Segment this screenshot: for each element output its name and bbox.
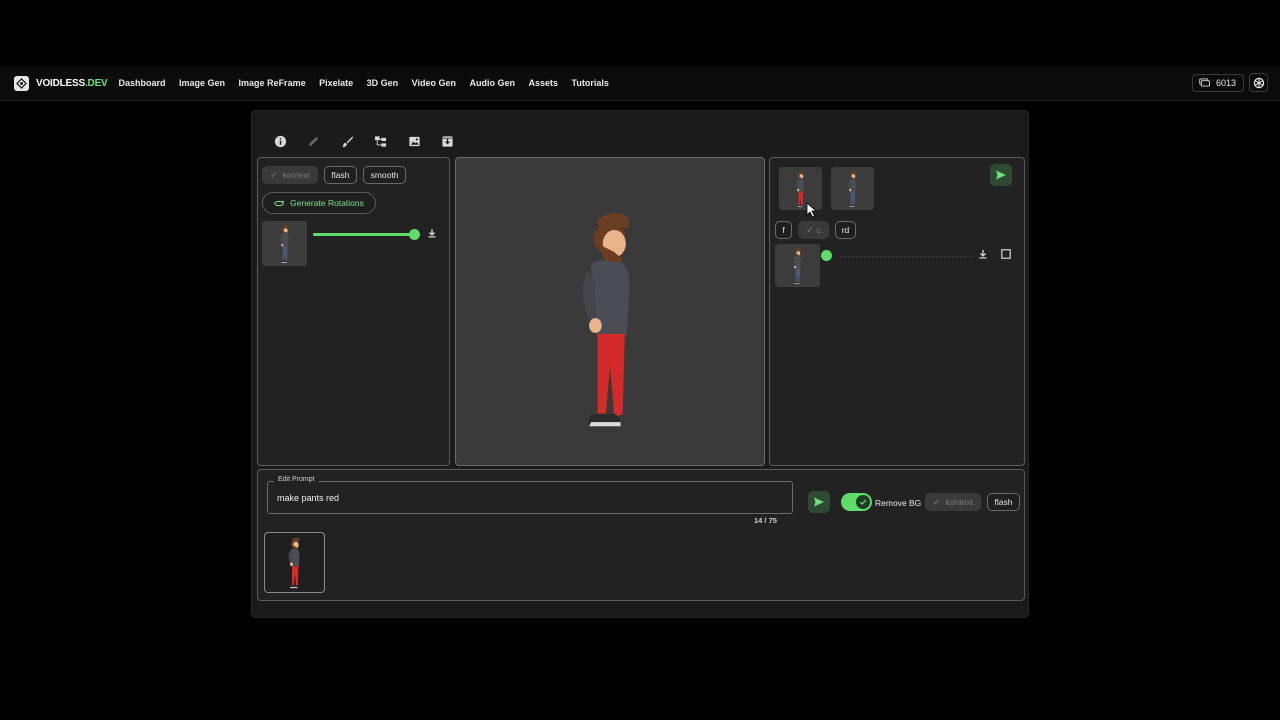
remove-bg-label: Remove BG [875,498,922,508]
rotation-slider-handle[interactable] [409,229,420,240]
variant-thumbnail-blue[interactable] [831,167,874,210]
top-nav: VOIDLESS.DEV Dashboard Image Gen Image R… [0,66,1280,101]
rotation-slider-track[interactable] [313,233,416,236]
character-preview [583,212,630,427]
character-thumbnail [288,537,300,589]
check-icon: ✓ [270,169,278,180]
brand-logo-icon [14,75,29,91]
check-icon: ✓ [806,224,814,235]
generate-rotations-button[interactable]: Generate Rotations [262,192,376,214]
pencil-icon [308,136,319,146]
brush-icon [341,135,353,147]
edit-prompt-input[interactable]: make pants red [277,493,339,503]
remove-bg-toggle[interactable] [841,493,872,511]
info-tool[interactable] [270,133,290,149]
select-checkbox[interactable] [1000,248,1012,260]
download-icon [979,250,987,259]
download-icon [428,229,436,238]
hierarchy-icon [374,135,387,147]
canvas-preview[interactable] [455,157,765,466]
hierarchy-tool[interactable] [371,133,391,149]
send-icon [996,170,1006,180]
user-menu-button[interactable] [1249,73,1268,92]
mouse-cursor-icon [806,202,817,218]
flash-chip[interactable]: flash [324,166,357,184]
archive-icon [442,135,453,147]
coins-icon [1199,78,1210,87]
credits-count: 6013 [1215,77,1236,88]
output-slider-handle[interactable] [821,250,832,261]
rotate-icon [274,200,285,206]
edit-prompt-field[interactable]: Edit Prompt make pants red [267,476,793,514]
image-tool[interactable] [404,133,424,149]
nav-right: 6013 [1191,73,1268,92]
rotation-thumbnail[interactable] [262,221,307,266]
prompt-panel: Edit Prompt make pants red 14 / 75 Remov… [257,469,1025,601]
image-icon [408,136,420,146]
brand-name: VOIDLESS.DEV [36,77,108,89]
tool-bar [270,133,471,149]
openai-logo-icon [1253,77,1264,88]
submit-prompt-button[interactable] [808,491,830,513]
nav-link-assets[interactable]: Assets [528,78,558,88]
output-thumbnail[interactable] [775,244,820,287]
download-button[interactable] [426,227,438,239]
check-icon [859,499,867,505]
character-thumbnail [796,170,805,207]
c-chip[interactable]: ✓ c [798,221,829,239]
kontext-chip[interactable]: ✓ kontext [262,166,318,184]
send-icon [814,497,824,507]
checkbox-icon [1001,249,1011,259]
check-icon: ✓ [933,496,941,507]
character-thumbnail [848,170,857,207]
send-variants-button[interactable] [990,164,1012,186]
toggle-knob [856,495,870,509]
flash-chip[interactable]: flash [987,493,1020,511]
pencil-tool[interactable] [304,133,324,149]
nav-link-3d-gen[interactable]: 3D Gen [367,78,399,88]
nav-link-video-gen[interactable]: Video Gen [412,78,456,88]
character-count: 14 / 75 [754,516,777,525]
nav-links: Dashboard Image Gen Image ReFrame Pixela… [119,78,623,88]
editor-workspace: ✓ kontext flash smooth Generate Rotations [251,110,1029,618]
nav-link-audio-gen[interactable]: Audio Gen [469,78,515,88]
nav-link-tutorials[interactable]: Tutorials [572,78,609,88]
smooth-chip[interactable]: smooth [363,166,406,184]
archive-tool[interactable] [438,133,458,149]
rotation-panel: ✓ kontext flash smooth Generate Rotations [257,157,450,466]
nav-link-image-gen[interactable]: Image Gen [179,78,225,88]
nav-link-dashboard[interactable]: Dashboard [119,78,166,88]
output-slider-track[interactable] [838,256,973,257]
history-thumbnail[interactable] [264,532,325,593]
brand[interactable]: VOIDLESS.DEV [14,75,108,91]
f-chip[interactable]: f [775,221,792,239]
edit-prompt-label: Edit Prompt [274,476,319,483]
rd-chip[interactable]: rd [835,221,856,239]
character-thumbnail [280,224,289,263]
credits-badge[interactable]: 6013 [1191,73,1244,92]
nav-link-pixelate[interactable]: Pixelate [319,78,353,88]
nav-link-image-reframe[interactable]: Image ReFrame [239,78,306,88]
kontext-chip[interactable]: ✓ kontext [925,493,981,511]
character-thumbnail [793,247,802,284]
download-button[interactable] [977,248,989,260]
brush-tool[interactable] [337,133,357,149]
info-icon [274,135,286,147]
